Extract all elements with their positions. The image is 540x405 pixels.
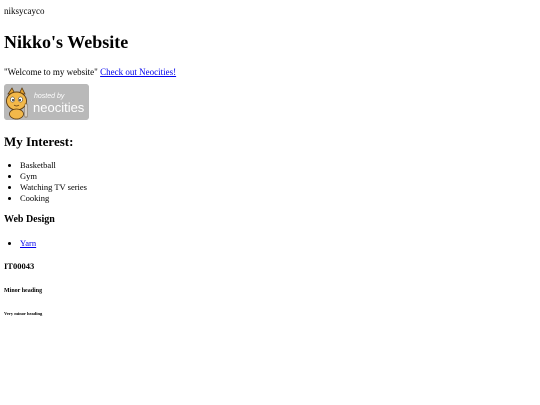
svg-text:neocities: neocities [33, 100, 85, 115]
list-item: Basketball [20, 160, 536, 171]
web-design-links: Yarn [4, 238, 536, 249]
hosted-by-neocities-badge[interactable]: hosted by neocities [4, 84, 89, 120]
page: niksycayco Nikko's Website "Welcome to m… [0, 6, 540, 405]
minor-heading: Minor heading [4, 288, 43, 294]
code-heading: IT00043 [4, 261, 35, 271]
site-title-small: niksycayco [4, 6, 45, 16]
neocities-logo-icon: hosted by neocities [4, 84, 89, 120]
page-title: Nikko's Website [4, 32, 129, 52]
neocities-link[interactable]: Check out Neocities! [100, 67, 176, 77]
list-item: Watching TV series [20, 182, 536, 193]
welcome-text: "Welcome to my website" [4, 67, 98, 77]
yarn-link[interactable]: Yarn [20, 238, 36, 248]
welcome-line: "Welcome to my website" Check out Neocit… [4, 67, 536, 78]
list-item: Yarn [20, 238, 536, 249]
web-design-heading: Web Design [4, 214, 55, 225]
very-minor-heading: Very minor heading [4, 311, 43, 316]
svg-text:hosted by: hosted by [34, 93, 65, 100]
list-item: Gym [20, 171, 536, 182]
list-item: Cooking [20, 193, 536, 204]
interests-heading: My Interest: [4, 134, 74, 149]
interests-list: Basketball Gym Watching TV series Cookin… [4, 160, 536, 204]
